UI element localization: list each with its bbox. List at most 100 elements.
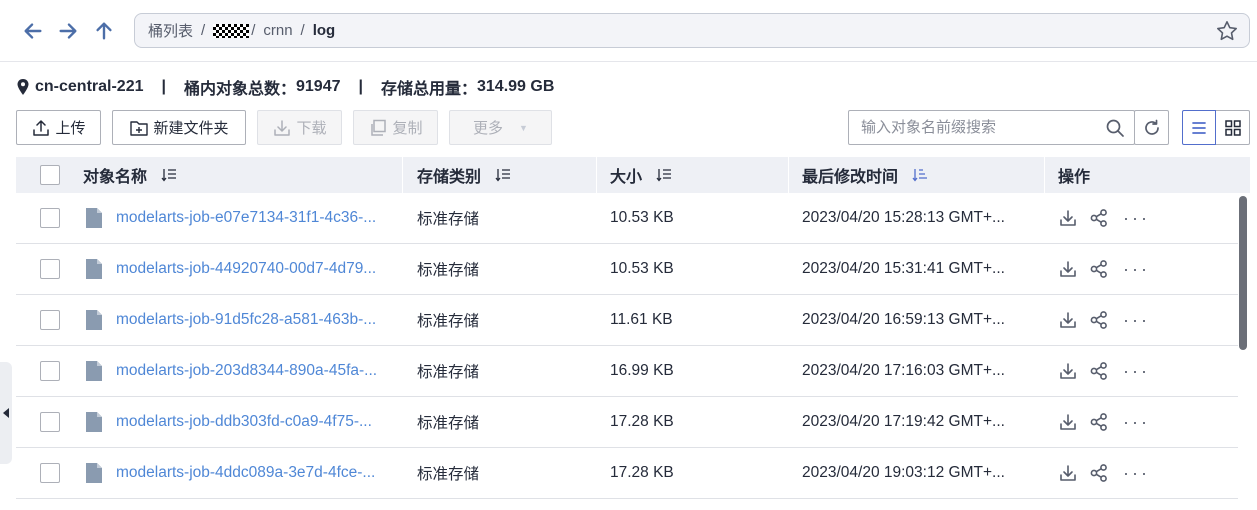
breadcrumb-separator: / — [300, 22, 305, 39]
file-name-link[interactable]: modelarts-job-ddb303fd-c0a9-4f75-... — [116, 413, 372, 431]
breadcrumb: 桶列表 / / crnn / log — [134, 13, 1250, 48]
info-divider: | — [161, 78, 166, 95]
storage-class-cell: 标准存储 — [417, 364, 480, 381]
upload-button[interactable]: 上传 — [16, 110, 101, 145]
share-icon[interactable] — [1089, 259, 1109, 279]
row-checkbox[interactable] — [40, 208, 60, 228]
star-icon[interactable] — [1215, 19, 1239, 43]
more-actions-button[interactable]: ··· — [1123, 464, 1150, 482]
caret-down-icon: ▼ — [519, 122, 528, 133]
breadcrumb-bucket-list[interactable]: 桶列表 — [148, 20, 193, 41]
new-folder-label: 新建文件夹 — [153, 120, 229, 137]
row-actions: ··· — [1058, 193, 1150, 243]
back-button[interactable] — [20, 18, 46, 44]
share-icon[interactable] — [1089, 310, 1109, 330]
address-bar: 桶列表 / / crnn / log — [0, 0, 1257, 62]
breadcrumb-separator: / — [201, 22, 206, 39]
select-all-cell — [40, 157, 60, 193]
column-header-actions: 操作 — [1058, 157, 1090, 193]
more-actions-button[interactable]: ··· — [1123, 260, 1150, 278]
breadcrumb-folder[interactable]: crnn — [263, 22, 292, 39]
modified-cell: 2023/04/20 17:19:42 GMT+... — [802, 413, 1005, 430]
size-cell: 17.28 KB — [610, 464, 674, 481]
modified-cell: 2023/04/20 16:59:13 GMT+... — [802, 311, 1005, 328]
storage-class-cell: 标准存储 — [417, 313, 480, 330]
sort-icon[interactable] — [656, 168, 672, 182]
more-dropdown[interactable]: 更多 ▼ — [449, 110, 552, 145]
download-button[interactable]: 下载 — [257, 110, 342, 145]
new-folder-button[interactable]: 新建文件夹 — [112, 110, 246, 145]
column-header-size: 大小 — [610, 157, 672, 193]
vertical-scrollbar[interactable] — [1239, 196, 1247, 350]
copy-button[interactable]: 复制 — [353, 110, 438, 145]
download-icon[interactable] — [1058, 412, 1078, 432]
modified-cell: 2023/04/20 15:31:41 GMT+... — [802, 260, 1005, 277]
up-button[interactable] — [91, 18, 117, 44]
modified-cell: 2023/04/20 17:16:03 GMT+... — [802, 362, 1005, 379]
table-row: modelarts-job-4ddc089a-3e7d-4fce-... 标准存… — [16, 448, 1238, 499]
location-pin-icon — [17, 79, 29, 95]
column-header-name: 对象名称 — [83, 157, 177, 193]
row-actions: ··· — [1058, 295, 1150, 345]
sidebar-collapse-handle[interactable] — [0, 362, 12, 464]
copy-label: 复制 — [392, 120, 423, 137]
info-divider: | — [358, 78, 363, 95]
column-size-label: 大小 — [610, 169, 643, 186]
refresh-button[interactable] — [1134, 110, 1169, 145]
storage-usage-value: 314.99 GB — [477, 78, 555, 95]
more-actions-button[interactable]: ··· — [1123, 209, 1150, 227]
download-icon[interactable] — [1058, 259, 1078, 279]
modified-cell: 2023/04/20 15:28:13 GMT+... — [802, 209, 1005, 226]
forward-button[interactable] — [55, 18, 81, 44]
breadcrumb-separator: / — [251, 22, 256, 39]
more-actions-button[interactable]: ··· — [1123, 362, 1150, 380]
download-icon[interactable] — [1058, 310, 1078, 330]
column-header-storage-class: 存储类别 — [417, 157, 511, 193]
row-actions: ··· — [1058, 346, 1150, 396]
copy-icon — [371, 119, 387, 136]
file-name-link[interactable]: modelarts-job-91d5fc28-a581-463b-... — [116, 311, 376, 329]
table-row: modelarts-job-e07e7134-31f1-4c36-... 标准存… — [16, 193, 1238, 244]
file-name-link[interactable]: modelarts-job-203d8344-890a-45fa-... — [116, 362, 377, 380]
file-name-link[interactable]: modelarts-job-4ddc089a-3e7d-4fce-... — [116, 464, 375, 482]
share-icon[interactable] — [1089, 208, 1109, 228]
storage-usage-label: 存储总用量： — [380, 81, 477, 98]
share-icon[interactable] — [1089, 463, 1109, 483]
row-checkbox[interactable] — [40, 361, 60, 381]
search-input[interactable] — [849, 111, 1099, 144]
row-checkbox[interactable] — [40, 259, 60, 279]
modified-cell: 2023/04/20 19:03:12 GMT+... — [802, 464, 1005, 481]
sort-icon[interactable] — [495, 168, 511, 182]
search-icon[interactable] — [1105, 118, 1125, 138]
row-checkbox[interactable] — [40, 412, 60, 432]
file-icon — [86, 412, 102, 432]
object-count-label: 桶内对象总数： — [183, 81, 296, 98]
search-box — [848, 110, 1135, 145]
column-name-label: 对象名称 — [83, 169, 148, 186]
download-icon[interactable] — [1058, 361, 1078, 381]
more-actions-button[interactable]: ··· — [1123, 311, 1150, 329]
row-checkbox[interactable] — [40, 463, 60, 483]
column-divider — [596, 157, 597, 193]
share-icon[interactable] — [1089, 412, 1109, 432]
row-checkbox[interactable] — [40, 310, 60, 330]
grid-view-button[interactable] — [1216, 110, 1250, 145]
breadcrumb-bucket-masked[interactable] — [213, 23, 250, 38]
file-icon — [86, 361, 102, 381]
share-icon[interactable] — [1089, 361, 1109, 381]
region-label: cn-central-221 — [35, 78, 144, 95]
download-icon[interactable] — [1058, 463, 1078, 483]
file-name-link[interactable]: modelarts-job-e07e7134-31f1-4c36-... — [116, 209, 376, 227]
size-cell: 10.53 KB — [610, 209, 674, 226]
sort-active-icon[interactable] — [912, 168, 928, 182]
new-folder-icon — [130, 120, 149, 136]
grid-view-icon — [1224, 119, 1241, 136]
more-actions-button[interactable]: ··· — [1123, 413, 1150, 431]
sort-icon[interactable] — [161, 168, 177, 182]
select-all-checkbox[interactable] — [40, 165, 60, 185]
list-view-button[interactable] — [1182, 110, 1216, 145]
download-icon[interactable] — [1058, 208, 1078, 228]
file-icon — [86, 310, 102, 330]
file-name-link[interactable]: modelarts-job-44920740-00d7-4d79... — [116, 260, 376, 278]
size-cell: 10.53 KB — [610, 260, 674, 277]
